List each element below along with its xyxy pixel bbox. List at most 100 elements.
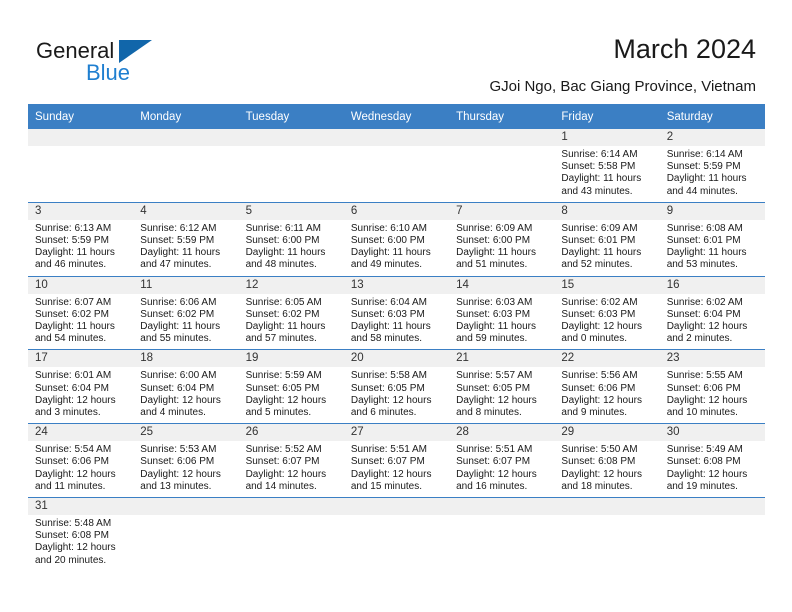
daylight-duration-line2: and 5 minutes. [245, 407, 312, 419]
weekday-header-friday: Friday [554, 104, 660, 129]
calendar-day-cell[interactable]: 20 Sunrise: 5:58 AM Sunset: 6:05 PM Dayligh… [343, 349, 450, 424]
calendar-day-cell[interactable]: 4 Sunrise: 6:12 AM Sunset: 5:59 PM Daylight… [133, 201, 239, 277]
day-number: 19 [238, 350, 344, 368]
day-details: Sunrise: 5:50 AM Sunset: 6:08 PM Daylight:… [554, 441, 659, 497]
calendar-day-cell[interactable]: 8 Sunrise: 6:09 AM Sunset: 6:01 PM Daylight… [554, 201, 660, 277]
daylight-duration-line2: and 46 minutes. [35, 259, 107, 271]
calendar-day-cell[interactable]: 25 Sunrise: 5:53 AM Sunset: 6:06 PM Dayligh… [133, 423, 239, 498]
calendar-week-row: 3 Sunrise: 6:13 AM Sunset: 5:59 PM Daylight… [28, 201, 765, 277]
calendar-body: 1 Sunrise: 6:14 AM Sunset: 5:58 PM Daylight… [28, 129, 765, 571]
daylight-duration-line1: Daylight: 11 hours [666, 247, 747, 259]
calendar-day-cell[interactable]: 12 Sunrise: 6:05 AM Sunset: 6:02 PM Dayligh… [238, 275, 344, 350]
calendar-day-cell[interactable]: 21 Sunrise: 5:57 AM Sunset: 6:05 PM Dayligh… [449, 349, 555, 424]
calendar-day-cell[interactable]: 18 Sunrise: 6:00 AM Sunset: 6:04 PM Dayligh… [133, 349, 239, 424]
sunset-time: Sunset: 6:02 PM [35, 308, 109, 320]
day-number: 23 [659, 350, 765, 368]
calendar-day-cell[interactable]: 26 Sunrise: 5:52 AM Sunset: 6:07 PM Dayligh… [238, 423, 344, 498]
day-number: 18 [133, 350, 239, 368]
day-details: Sunrise: 6:11 AM Sunset: 6:00 PM Daylight:… [239, 220, 344, 276]
calendar-week-row: 24 Sunrise: 5:54 AM Sunset: 6:06 PM Dayligh… [28, 423, 765, 498]
sunrise-time: Sunrise: 5:58 AM [350, 370, 427, 382]
daylight-duration-line1: Daylight: 12 hours [561, 468, 643, 480]
day-number: 27 [343, 424, 450, 442]
daylight-duration-line2: and 49 minutes. [350, 259, 423, 271]
day-details: Sunrise: 6:13 AM Sunset: 5:59 PM Daylight:… [28, 220, 133, 276]
day-number: 25 [133, 424, 239, 442]
calendar-day-cell[interactable]: 27 Sunrise: 5:51 AM Sunset: 6:07 PM Dayligh… [343, 423, 450, 498]
daylight-duration-line2: and 15 minutes. [350, 480, 423, 492]
day-details: Sunrise: 5:55 AM Sunset: 6:06 PM Daylight:… [660, 367, 765, 423]
daylight-duration-line1: Daylight: 12 hours [666, 394, 748, 406]
sunrise-time: Sunrise: 6:05 AM [245, 296, 322, 308]
daylight-duration-line2: and 43 minutes. [561, 185, 633, 197]
day-details: Sunrise: 5:59 AM Sunset: 6:05 PM Daylight:… [239, 367, 344, 423]
calendar-day-cell[interactable]: 16 Sunrise: 6:02 AM Sunset: 6:04 PM Dayligh… [659, 275, 765, 350]
calendar-day-cell[interactable]: 5 Sunrise: 6:11 AM Sunset: 6:00 PM Daylight… [238, 201, 344, 277]
day-number [133, 498, 239, 516]
sunset-time: Sunset: 5:59 PM [35, 235, 109, 247]
calendar-day-cell[interactable]: 7 Sunrise: 6:09 AM Sunset: 6:00 PM Daylight… [449, 201, 555, 277]
calendar-day-cell[interactable]: 1 Sunrise: 6:14 AM Sunset: 5:58 PM Daylight… [554, 129, 660, 203]
calendar-day-cell[interactable]: 19 Sunrise: 5:59 AM Sunset: 6:05 PM Dayligh… [238, 349, 344, 424]
daylight-duration-line1: Daylight: 12 hours [35, 542, 116, 554]
calendar-day-cell[interactable]: 9 Sunrise: 6:08 AM Sunset: 6:01 PM Daylight… [659, 201, 765, 277]
day-details: Sunrise: 6:09 AM Sunset: 6:01 PM Daylight:… [554, 220, 659, 276]
sunrise-time: Sunrise: 6:02 AM [561, 296, 638, 308]
sunrise-time: Sunrise: 6:08 AM [666, 222, 743, 234]
daylight-duration-line2: and 3 minutes. [35, 407, 101, 419]
calendar-week-row: 31 Sunrise: 5:48 AM Sunset: 6:08 PM Dayligh… [28, 497, 765, 571]
daylight-duration-line2: and 59 minutes. [456, 333, 528, 345]
sunrise-time: Sunrise: 6:04 AM [350, 296, 427, 308]
calendar-day-cell[interactable]: 30 Sunrise: 5:49 AM Sunset: 6:08 PM Dayligh… [659, 423, 765, 498]
calendar-day-cell[interactable]: 17 Sunrise: 6:01 AM Sunset: 6:04 PM Dayligh… [28, 349, 134, 424]
sunrise-time: Sunrise: 6:00 AM [140, 370, 217, 382]
calendar-day-cell[interactable]: 29 Sunrise: 5:50 AM Sunset: 6:08 PM Dayligh… [554, 423, 660, 498]
sunrise-time: Sunrise: 6:01 AM [35, 370, 112, 382]
sunset-time: Sunset: 6:04 PM [666, 308, 741, 320]
daylight-duration-line2: and 44 minutes. [666, 185, 738, 197]
day-number: 2 [659, 129, 765, 146]
daylight-duration-line1: Daylight: 12 hours [666, 468, 748, 480]
calendar-day-cell[interactable]: 2 Sunrise: 6:14 AM Sunset: 5:59 PM Daylight… [659, 129, 765, 203]
daylight-duration-line1: Daylight: 11 hours [35, 321, 115, 333]
calendar-day-cell[interactable]: 31 Sunrise: 5:48 AM Sunset: 6:08 PM Dayligh… [28, 497, 134, 571]
day-number: 24 [28, 424, 134, 442]
day-number [343, 498, 450, 516]
sunset-time: Sunset: 6:06 PM [561, 382, 636, 394]
sunset-time: Sunset: 6:08 PM [35, 530, 109, 542]
sunset-time: Sunset: 6:00 PM [350, 235, 425, 247]
calendar-day-cell[interactable]: 3 Sunrise: 6:13 AM Sunset: 5:59 PM Daylight… [28, 201, 134, 277]
weekday-header-sunday: Sunday [28, 104, 134, 129]
calendar-day-cell[interactable]: 11 Sunrise: 6:06 AM Sunset: 6:02 PM Dayligh… [133, 275, 239, 350]
sunrise-time: Sunrise: 6:02 AM [666, 296, 743, 308]
calendar-day-cell[interactable]: 10 Sunrise: 6:07 AM Sunset: 6:02 PM Dayligh… [28, 275, 134, 350]
day-details: Sunrise: 6:07 AM Sunset: 6:02 PM Daylight:… [28, 294, 133, 350]
sunset-time: Sunset: 6:08 PM [561, 456, 636, 468]
daylight-duration-line1: Daylight: 12 hours [666, 321, 748, 333]
calendar-day-cell[interactable]: 28 Sunrise: 5:51 AM Sunset: 6:07 PM Dayligh… [449, 423, 555, 498]
sunrise-sunset-calendar-table: Sunday Monday Tuesday Wednesday Thursday… [28, 104, 765, 571]
calendar-day-cell[interactable]: 13 Sunrise: 6:04 AM Sunset: 6:03 PM Dayligh… [343, 275, 450, 350]
day-details: Sunrise: 5:48 AM Sunset: 6:08 PM Daylight:… [28, 515, 133, 571]
page-header: General Blue March 2024 GJoi Ngo, Bac Gi… [0, 0, 792, 100]
calendar-day-cell[interactable]: 6 Sunrise: 6:10 AM Sunset: 6:00 PM Daylight… [343, 201, 450, 277]
calendar-day-cell[interactable]: 24 Sunrise: 5:54 AM Sunset: 6:06 PM Dayligh… [28, 423, 134, 498]
calendar-header-row-group: Sunday Monday Tuesday Wednesday Thursday… [28, 104, 765, 129]
day-details: Sunrise: 6:10 AM Sunset: 6:00 PM Daylight:… [344, 220, 449, 276]
calendar-day-cell[interactable]: 15 Sunrise: 6:02 AM Sunset: 6:03 PM Dayligh… [554, 275, 660, 350]
sunset-time: Sunset: 6:03 PM [350, 308, 425, 320]
day-details: Sunrise: 5:56 AM Sunset: 6:06 PM Daylight:… [554, 367, 659, 423]
weekday-header-wednesday: Wednesday [343, 104, 450, 129]
general-blue-logo[interactable]: General Blue [36, 38, 176, 90]
day-details: Sunrise: 5:51 AM Sunset: 6:07 PM Daylight:… [344, 441, 449, 497]
daylight-duration-line1: Daylight: 11 hours [245, 321, 326, 333]
day-number: 11 [133, 276, 239, 294]
calendar-day-cell[interactable]: 23 Sunrise: 5:55 AM Sunset: 6:06 PM Dayligh… [659, 349, 765, 424]
day-number: 4 [133, 202, 239, 220]
day-details: Sunrise: 6:01 AM Sunset: 6:04 PM Daylight:… [28, 367, 133, 423]
calendar-day-cell[interactable]: 22 Sunrise: 5:56 AM Sunset: 6:06 PM Dayligh… [554, 349, 660, 424]
daylight-duration-line1: Daylight: 12 hours [140, 394, 221, 406]
daylight-duration-line2: and 57 minutes. [245, 333, 317, 345]
sunset-time: Sunset: 6:01 PM [561, 235, 636, 247]
calendar-day-cell[interactable]: 14 Sunrise: 6:03 AM Sunset: 6:03 PM Dayligh… [449, 275, 555, 350]
